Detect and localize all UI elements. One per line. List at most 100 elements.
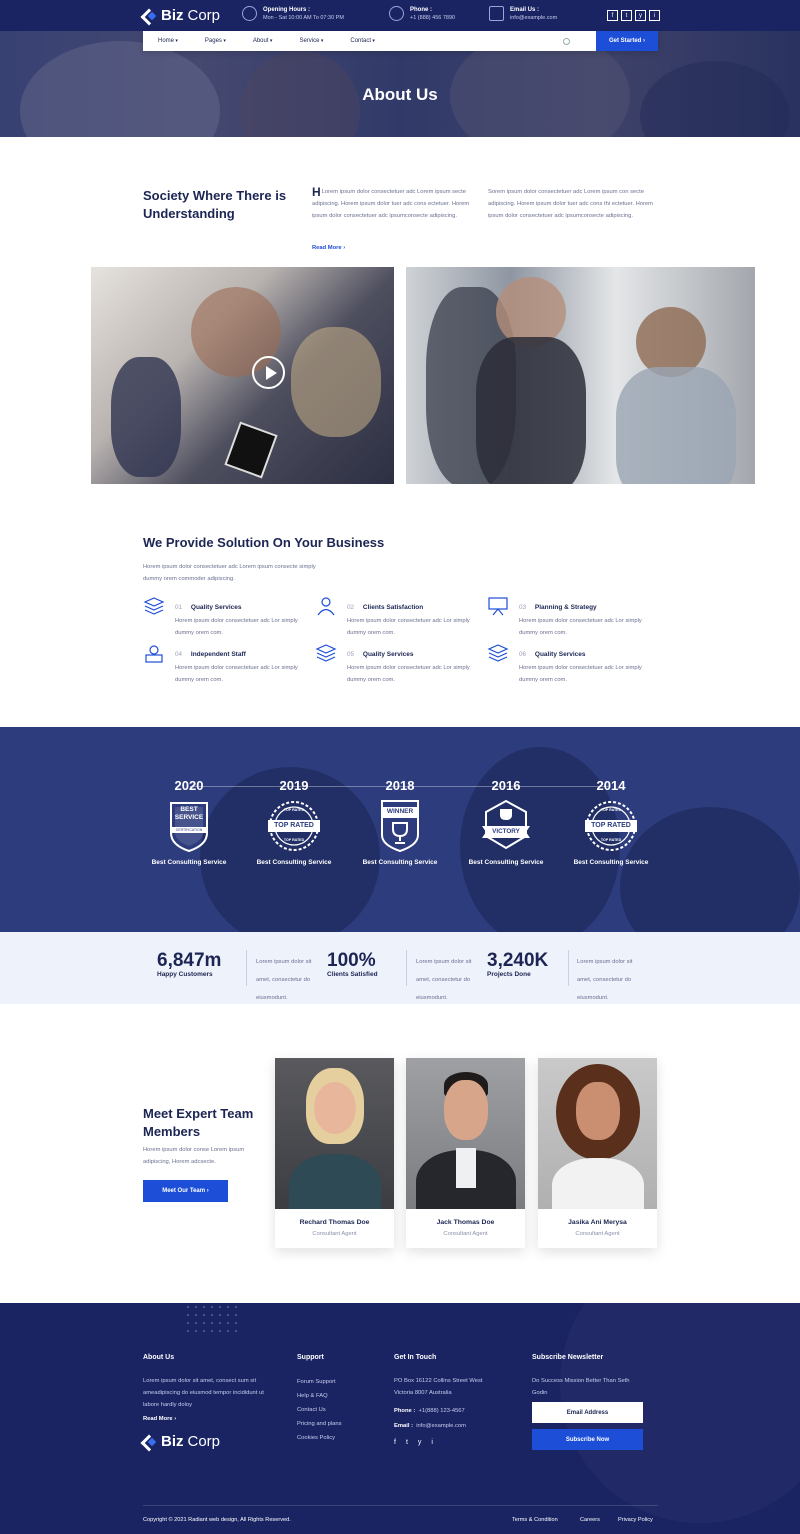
footer-phone: Phone : +1(888) 123-4567 bbox=[394, 1405, 465, 1417]
team-meeting-photo bbox=[91, 267, 394, 484]
email-value[interactable]: info@example.com bbox=[510, 15, 557, 21]
badge-text-top: BEST bbox=[180, 806, 198, 813]
newsletter-email-input[interactable]: Email Address bbox=[532, 1402, 643, 1423]
layers-icon bbox=[143, 597, 165, 615]
youtube-icon[interactable]: y bbox=[418, 1439, 422, 1446]
divider bbox=[406, 950, 407, 986]
team-photo bbox=[275, 1058, 394, 1209]
meet-team-button[interactable]: Meet Our Team › bbox=[143, 1180, 228, 1202]
service-num: 02 bbox=[347, 604, 355, 611]
badge-text-mid: SERVICE bbox=[174, 814, 204, 821]
award-year: 2018 bbox=[385, 778, 415, 793]
facebook-icon[interactable]: f bbox=[607, 10, 618, 21]
badge-text-top: TOP RATED bbox=[283, 808, 305, 812]
instagram-icon[interactable]: i bbox=[431, 1439, 433, 1446]
opening-hours: Opening Hours : Mon - Sat 10:00 AM To 07:… bbox=[242, 6, 344, 21]
dot-pattern bbox=[187, 1306, 237, 1332]
terms-link[interactable]: Terms & Condition bbox=[512, 1517, 558, 1523]
about-text-1-body: Lorem ipsum dolor consectetuer adc Lorem… bbox=[312, 189, 470, 219]
logo-icon bbox=[143, 1436, 157, 1448]
service-item[interactable]: 05 Quality Services Horem ipsum dolor con… bbox=[315, 643, 475, 686]
team-member-role: Consultant Agent bbox=[575, 1231, 620, 1237]
hours-value: Mon - Sat 10:00 AM To 07:30 PM bbox=[263, 14, 344, 21]
about-text-1: H Lorem ipsum dolor consectetuer adc Lore… bbox=[312, 186, 477, 222]
service-title: Quality Services bbox=[190, 604, 242, 611]
service-title: Quality Services bbox=[534, 651, 586, 658]
award-label: Best Consulting Service bbox=[468, 859, 544, 866]
service-title: Planning & Strategy bbox=[534, 604, 597, 611]
logo-text-bold: Biz bbox=[161, 1433, 184, 1450]
award-year: 2020 bbox=[174, 778, 204, 793]
dropcap: H bbox=[312, 185, 321, 199]
stat-desc: Lorem ipsum dolor sit amet, consectetur … bbox=[416, 950, 482, 1004]
team-card[interactable]: Jack Thomas Doe Consultant Agent bbox=[406, 1058, 525, 1248]
phone-value[interactable]: +1 (888) 456 7890 bbox=[410, 15, 455, 21]
logo[interactable]: Biz Corp bbox=[143, 7, 220, 24]
play-video-button[interactable] bbox=[252, 356, 285, 389]
footer: About Us Lorem ipsum dolor sit amet, con… bbox=[0, 1303, 800, 1534]
layers-icon bbox=[315, 644, 337, 662]
service-item[interactable]: 03 Planning & Strategy Horem ipsum dolor … bbox=[487, 596, 647, 639]
footer-link[interactable]: Cookies Policy bbox=[297, 1431, 341, 1445]
careers-link[interactable]: Careers bbox=[580, 1517, 600, 1523]
footer-read-more[interactable]: Read More › bbox=[143, 1416, 176, 1422]
team-card[interactable]: Rechard Thomas Doe Consultant Agent bbox=[275, 1058, 394, 1248]
stat-desc-text: Lorem ipsum dolor sit amet, consectetur … bbox=[256, 959, 312, 1001]
nav-home[interactable]: Home bbox=[158, 38, 178, 44]
email-title: Email Us : bbox=[510, 6, 540, 13]
phone-value[interactable]: +1(888) 123-4567 bbox=[419, 1408, 465, 1414]
twitter-icon[interactable]: t bbox=[621, 10, 632, 21]
award-label: Best Consulting Service bbox=[256, 859, 332, 866]
privacy-link[interactable]: Privacy Policy bbox=[618, 1517, 653, 1523]
stat-label: Happy Customers bbox=[157, 971, 213, 978]
service-item[interactable]: 01 Quality Services Horem ipsum dolor con… bbox=[143, 596, 303, 639]
award-item: 2020 BEST SERVICE CERTIFICATION Best Con… bbox=[144, 778, 234, 869]
facebook-icon[interactable]: f bbox=[394, 1439, 396, 1446]
stat-label: Clients Satisfied bbox=[327, 971, 378, 978]
clock-icon bbox=[242, 6, 257, 21]
top-bar: Biz Corp Opening Hours : Mon - Sat 10:00 A… bbox=[0, 0, 800, 31]
twitter-icon[interactable]: t bbox=[406, 1439, 408, 1446]
footer-link[interactable]: Forum Support bbox=[297, 1375, 341, 1389]
divider bbox=[568, 950, 569, 986]
footer-about-text: Lorem ipsum dolor sit amet, consect sum … bbox=[143, 1378, 264, 1408]
youtube-icon[interactable]: y bbox=[635, 10, 646, 21]
footer-link[interactable]: Help & FAQ bbox=[297, 1389, 341, 1403]
stat-desc-text: Lorem ipsum dolor sit amet, consectetur … bbox=[416, 959, 472, 1001]
service-item[interactable]: 06 Quality Services Horem ipsum dolor con… bbox=[487, 643, 647, 686]
footer-logo[interactable]: Biz Corp bbox=[143, 1433, 220, 1450]
awards-section: 2020 BEST SERVICE CERTIFICATION Best Con… bbox=[0, 727, 800, 932]
service-title: Independent Staff bbox=[190, 651, 246, 658]
copyright: Copyright © 2021 Radiant web design, All… bbox=[143, 1517, 291, 1523]
footer-link[interactable]: Contact Us bbox=[297, 1403, 341, 1417]
nav-about[interactable]: About bbox=[253, 38, 273, 44]
stat-item: 3,240K Projects Done bbox=[487, 950, 548, 978]
nav-contact[interactable]: Contact bbox=[350, 38, 375, 44]
service-item[interactable]: 02 Clients Satisfaction Horem ipsum dolor… bbox=[315, 596, 475, 639]
email-value[interactable]: info@example.com bbox=[416, 1423, 466, 1429]
logo-text-bold: Biz bbox=[161, 7, 184, 24]
about-read-more[interactable]: Read More › bbox=[312, 245, 345, 251]
team-desc: Horem ipsum dolor conse Lorem ipsum adip… bbox=[143, 1147, 245, 1165]
service-desc: Horem ipsum dolor consectetuer adc Lor s… bbox=[175, 618, 298, 636]
footer-divider bbox=[143, 1505, 658, 1506]
service-item[interactable]: 04 Independent Staff Horem ipsum dolor co… bbox=[143, 643, 303, 686]
top-rated-badge-icon: TOP RATED TOP RATED TOP RATED bbox=[585, 799, 637, 853]
subscribe-button[interactable]: Subscribe Now bbox=[532, 1429, 643, 1450]
team-member-name: Jack Thomas Doe bbox=[436, 1219, 495, 1226]
get-started-button[interactable]: Get Started › bbox=[596, 31, 658, 51]
nav-pages[interactable]: Pages bbox=[205, 38, 226, 44]
support-links: Forum Support Help & FAQ Contact Us Pric… bbox=[297, 1375, 341, 1445]
nav-service[interactable]: Service bbox=[299, 38, 323, 44]
footer-social: f t y i bbox=[394, 1439, 433, 1446]
hours-title: Opening Hours : bbox=[263, 6, 310, 13]
team-card[interactable]: Jasika Ani Merysa Consultant Agent bbox=[538, 1058, 657, 1248]
search-icon[interactable] bbox=[563, 37, 570, 45]
service-num: 06 bbox=[519, 651, 527, 658]
instagram-icon[interactable]: i bbox=[649, 10, 660, 21]
stat-desc-text: Lorem ipsum dolor sit amet, consectetur … bbox=[577, 959, 633, 1001]
badge-text-mid: TOP RATED bbox=[591, 822, 631, 829]
footer-link[interactable]: Pricing and plans bbox=[297, 1417, 341, 1431]
presentation-icon bbox=[488, 597, 508, 616]
award-label: Best Consulting Service bbox=[573, 859, 649, 866]
